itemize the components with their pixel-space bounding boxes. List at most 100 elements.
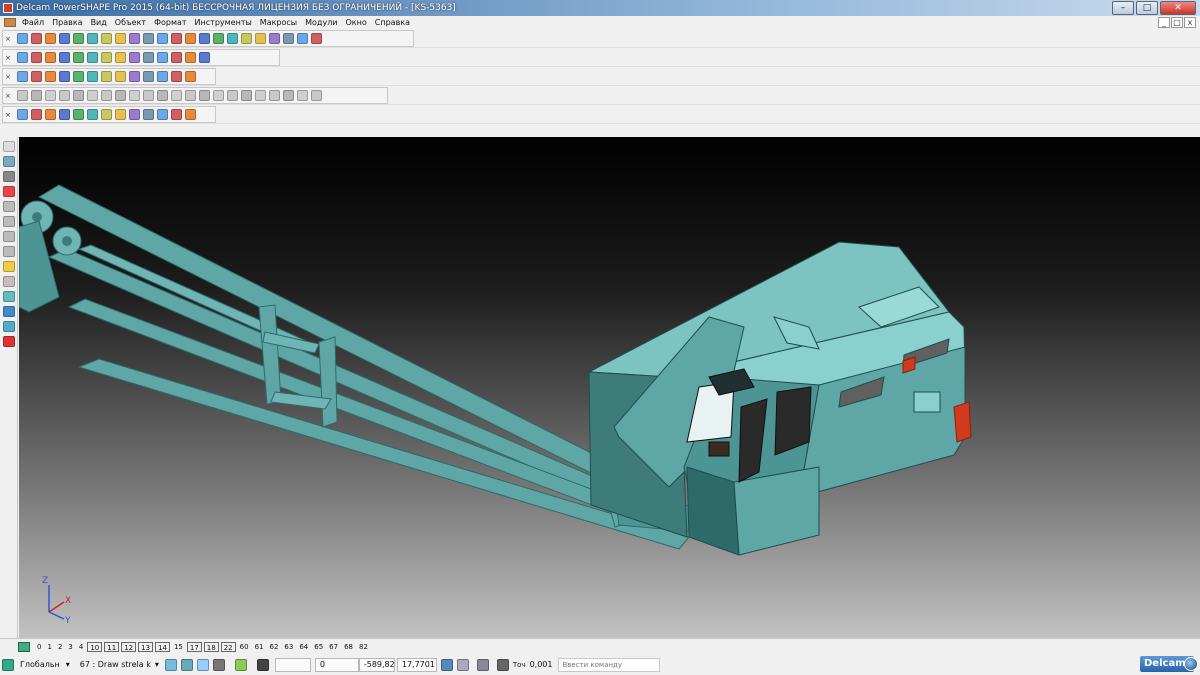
workplane-icon[interactable] <box>213 33 224 44</box>
electrode-icon[interactable] <box>3 306 15 317</box>
solid-i-icon[interactable] <box>143 90 154 101</box>
solid-a-icon[interactable] <box>31 90 42 101</box>
arc-tool-icon[interactable] <box>3 216 15 227</box>
analysis-icon[interactable] <box>199 33 210 44</box>
lock-icon[interactable] <box>212 658 225 671</box>
zoom-in-icon[interactable] <box>115 52 126 63</box>
graphics-viewport[interactable]: Z X Y <box>19 137 1200 638</box>
mdi-close-button[interactable]: x <box>1184 17 1196 28</box>
document-icon[interactable] <box>31 71 42 82</box>
solid-f-icon[interactable] <box>101 90 112 101</box>
level-62-button[interactable]: 62 <box>266 642 281 652</box>
copy-icon[interactable] <box>101 33 112 44</box>
grid-icon[interactable] <box>157 71 168 82</box>
levels-icon[interactable] <box>18 641 30 652</box>
solid-s-icon[interactable] <box>283 90 294 101</box>
wireframe-icon[interactable] <box>171 52 182 63</box>
solid-d-icon[interactable] <box>73 90 84 101</box>
selection-filter-icon[interactable] <box>3 156 15 167</box>
chamfer-icon[interactable] <box>45 109 56 120</box>
level-17-button[interactable]: 17 <box>186 641 202 652</box>
level-13-button[interactable]: 13 <box>138 641 154 652</box>
block-icon[interactable] <box>129 71 140 82</box>
view-top-icon[interactable] <box>59 52 70 63</box>
solid-h-icon[interactable] <box>129 90 140 101</box>
select-icon[interactable] <box>3 141 15 152</box>
calculator-icon[interactable] <box>440 658 453 671</box>
paste-icon[interactable] <box>115 33 126 44</box>
menu-window[interactable]: Окно <box>342 16 371 29</box>
cut-solid-icon[interactable] <box>115 109 126 120</box>
solid-e-icon[interactable] <box>87 90 98 101</box>
level-82-button[interactable]: 82 <box>356 642 371 652</box>
level-12-button[interactable]: 12 <box>121 641 137 652</box>
open-icon[interactable] <box>31 33 42 44</box>
new-icon[interactable] <box>17 33 28 44</box>
workplane-icon[interactable] <box>2 658 14 671</box>
level-15-button[interactable]: 15 <box>171 642 186 652</box>
mdi-restore-button[interactable]: □ <box>1171 17 1183 28</box>
solid-q-icon[interactable] <box>255 90 266 101</box>
field-zero[interactable]: 0 <box>314 657 359 672</box>
maximize-button[interactable]: □ <box>1136 1 1158 15</box>
arc-icon[interactable] <box>255 33 266 44</box>
level-22-button[interactable]: 22 <box>220 641 236 652</box>
sphere-icon[interactable] <box>87 71 98 82</box>
level-select[interactable]: 67 : Draw strela k <box>80 660 151 669</box>
crane-model[interactable]: Z X Y <box>19 137 1200 638</box>
shell-icon[interactable] <box>101 109 112 120</box>
menu-help[interactable]: Справка <box>371 16 414 29</box>
level-3-button[interactable]: 3 <box>65 642 75 652</box>
box-icon[interactable] <box>171 71 182 82</box>
delete-icon[interactable] <box>129 33 140 44</box>
rotate-icon[interactable] <box>87 52 98 63</box>
solid-j-icon[interactable] <box>157 90 168 101</box>
boolean-icon[interactable] <box>59 109 70 120</box>
level-2-button[interactable]: 2 <box>55 642 65 652</box>
render-tool-icon[interactable] <box>3 336 15 347</box>
level-10-button[interactable]: 10 <box>87 641 103 652</box>
toolbar-close-icon[interactable]: × <box>5 54 13 62</box>
mesh-icon[interactable] <box>297 33 308 44</box>
zoom-icon[interactable] <box>101 52 112 63</box>
view-cube-icon[interactable] <box>73 52 84 63</box>
command-input[interactable] <box>558 657 661 672</box>
render-icon[interactable] <box>185 52 196 63</box>
app-icon[interactable] <box>3 3 13 13</box>
view-iso3-icon[interactable] <box>45 52 56 63</box>
level-61-button[interactable]: 61 <box>252 642 267 652</box>
shade-icon[interactable] <box>157 52 168 63</box>
surface-tool-icon[interactable] <box>3 231 15 242</box>
mirror-icon[interactable] <box>143 109 154 120</box>
snap-icon[interactable] <box>164 658 177 671</box>
revolve-icon[interactable] <box>87 109 98 120</box>
merge-icon[interactable] <box>185 71 196 82</box>
level-1-button[interactable]: 1 <box>44 642 54 652</box>
x-coordinate[interactable]: -589,82 <box>358 657 395 672</box>
solid-m-icon[interactable] <box>199 90 210 101</box>
split-icon[interactable] <box>157 109 168 120</box>
redo-icon[interactable] <box>157 33 168 44</box>
workplane-dropdown-icon[interactable]: ▾ <box>66 660 70 669</box>
shape1-icon[interactable] <box>59 71 70 82</box>
level-18-button[interactable]: 18 <box>203 641 219 652</box>
cube-icon[interactable] <box>115 71 126 82</box>
menu-macros[interactable]: Макросы <box>256 16 301 29</box>
keyboard-icon[interactable] <box>476 658 489 671</box>
tree-icon[interactable] <box>143 71 154 82</box>
drawing-icon[interactable] <box>3 321 15 332</box>
dimension-icon[interactable] <box>234 658 247 671</box>
feature-tool-icon[interactable] <box>3 276 15 287</box>
feature-icon[interactable] <box>17 109 28 120</box>
curve-icon[interactable] <box>241 33 252 44</box>
layer-icon[interactable] <box>17 71 28 82</box>
zoom-out-icon[interactable] <box>129 52 140 63</box>
toolbar-close-icon[interactable]: × <box>5 111 13 119</box>
shape2-icon[interactable] <box>73 71 84 82</box>
close-button[interactable]: ✕ <box>1160 1 1196 15</box>
menu-view[interactable]: Вид <box>87 16 111 29</box>
menu-tools[interactable]: Инструменты <box>191 16 256 29</box>
line-icon[interactable] <box>3 171 15 182</box>
text-icon[interactable] <box>171 33 182 44</box>
grid-snap-icon[interactable] <box>180 658 193 671</box>
